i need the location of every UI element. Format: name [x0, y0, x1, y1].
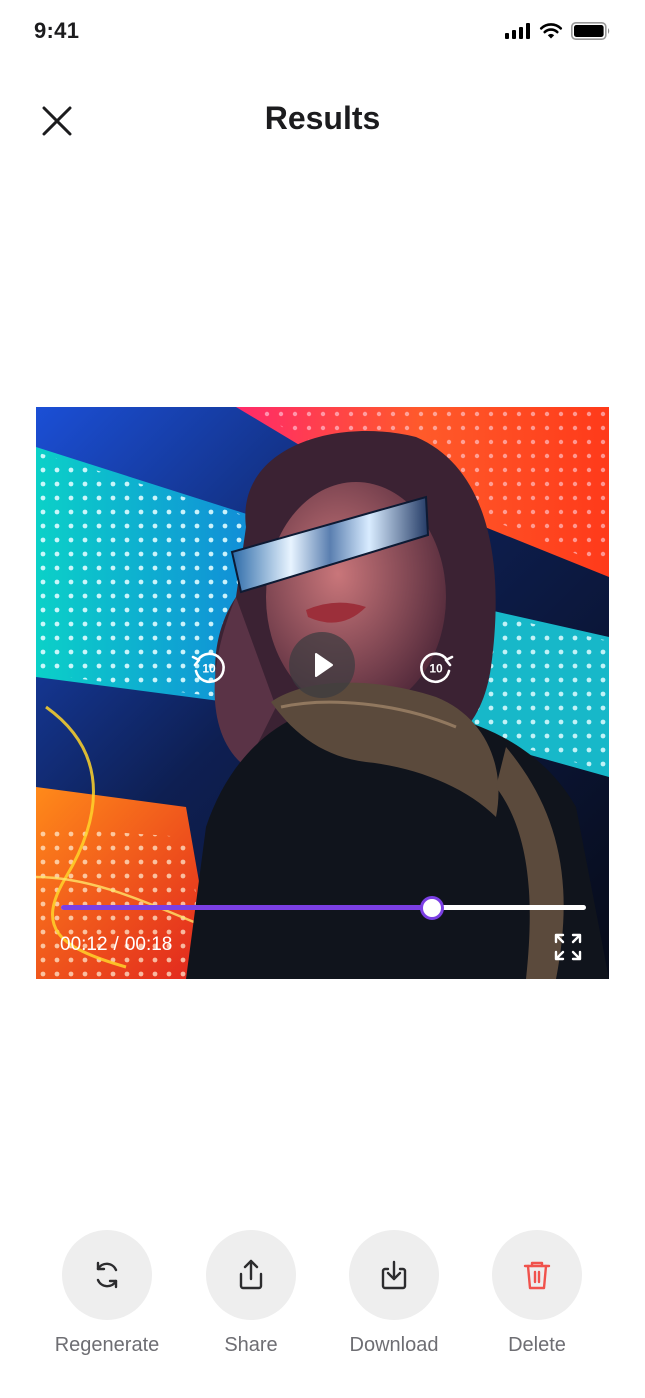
delete-button[interactable]: Delete [467, 1230, 607, 1357]
status-time: 9:41 [34, 18, 80, 43]
time-display: 00:12 / 00:18 [60, 934, 172, 956]
status-bar: 9:41 [0, 0, 645, 64]
share-button[interactable]: Share [181, 1230, 321, 1357]
share-label: Share [224, 1334, 278, 1356]
refresh-icon [96, 1261, 118, 1289]
status-icons [505, 22, 611, 40]
seek-thumb[interactable] [419, 896, 444, 920]
download-button[interactable]: Download [324, 1230, 464, 1357]
share-circle[interactable] [206, 1230, 296, 1320]
rewind-seconds: 10 [202, 662, 216, 676]
battery-icon [571, 22, 610, 40]
forward-10-icon[interactable]: 10 [416, 647, 456, 687]
share-icon [239, 1259, 263, 1290]
current-time: 00:12 [60, 934, 108, 955]
signal-icon [505, 23, 530, 39]
time-separator: / [113, 934, 119, 955]
trash-icon [523, 1261, 551, 1290]
download-circle[interactable] [349, 1230, 439, 1320]
header: Results [0, 80, 645, 160]
play-icon [315, 653, 333, 677]
regenerate-circle[interactable] [62, 1230, 152, 1320]
play-button[interactable] [289, 632, 355, 698]
download-icon [381, 1260, 407, 1290]
seek-bar[interactable] [61, 896, 586, 920]
page-title: Results [264, 100, 381, 136]
regenerate-label: Regenerate [54, 1334, 160, 1356]
wifi-icon [539, 23, 563, 39]
seek-progress [61, 905, 431, 910]
fullscreen-icon[interactable] [553, 932, 583, 962]
forward-seconds: 10 [429, 662, 443, 676]
rewind-10-icon[interactable]: 10 [189, 647, 229, 687]
download-label: Download [349, 1334, 439, 1356]
video-player[interactable]: 10 10 00:12 / 00:18 [36, 407, 609, 979]
regenerate-button[interactable]: Regenerate [37, 1230, 177, 1357]
delete-circle[interactable] [492, 1230, 582, 1320]
duration: 00:18 [124, 934, 173, 955]
delete-label: Delete [508, 1334, 566, 1356]
